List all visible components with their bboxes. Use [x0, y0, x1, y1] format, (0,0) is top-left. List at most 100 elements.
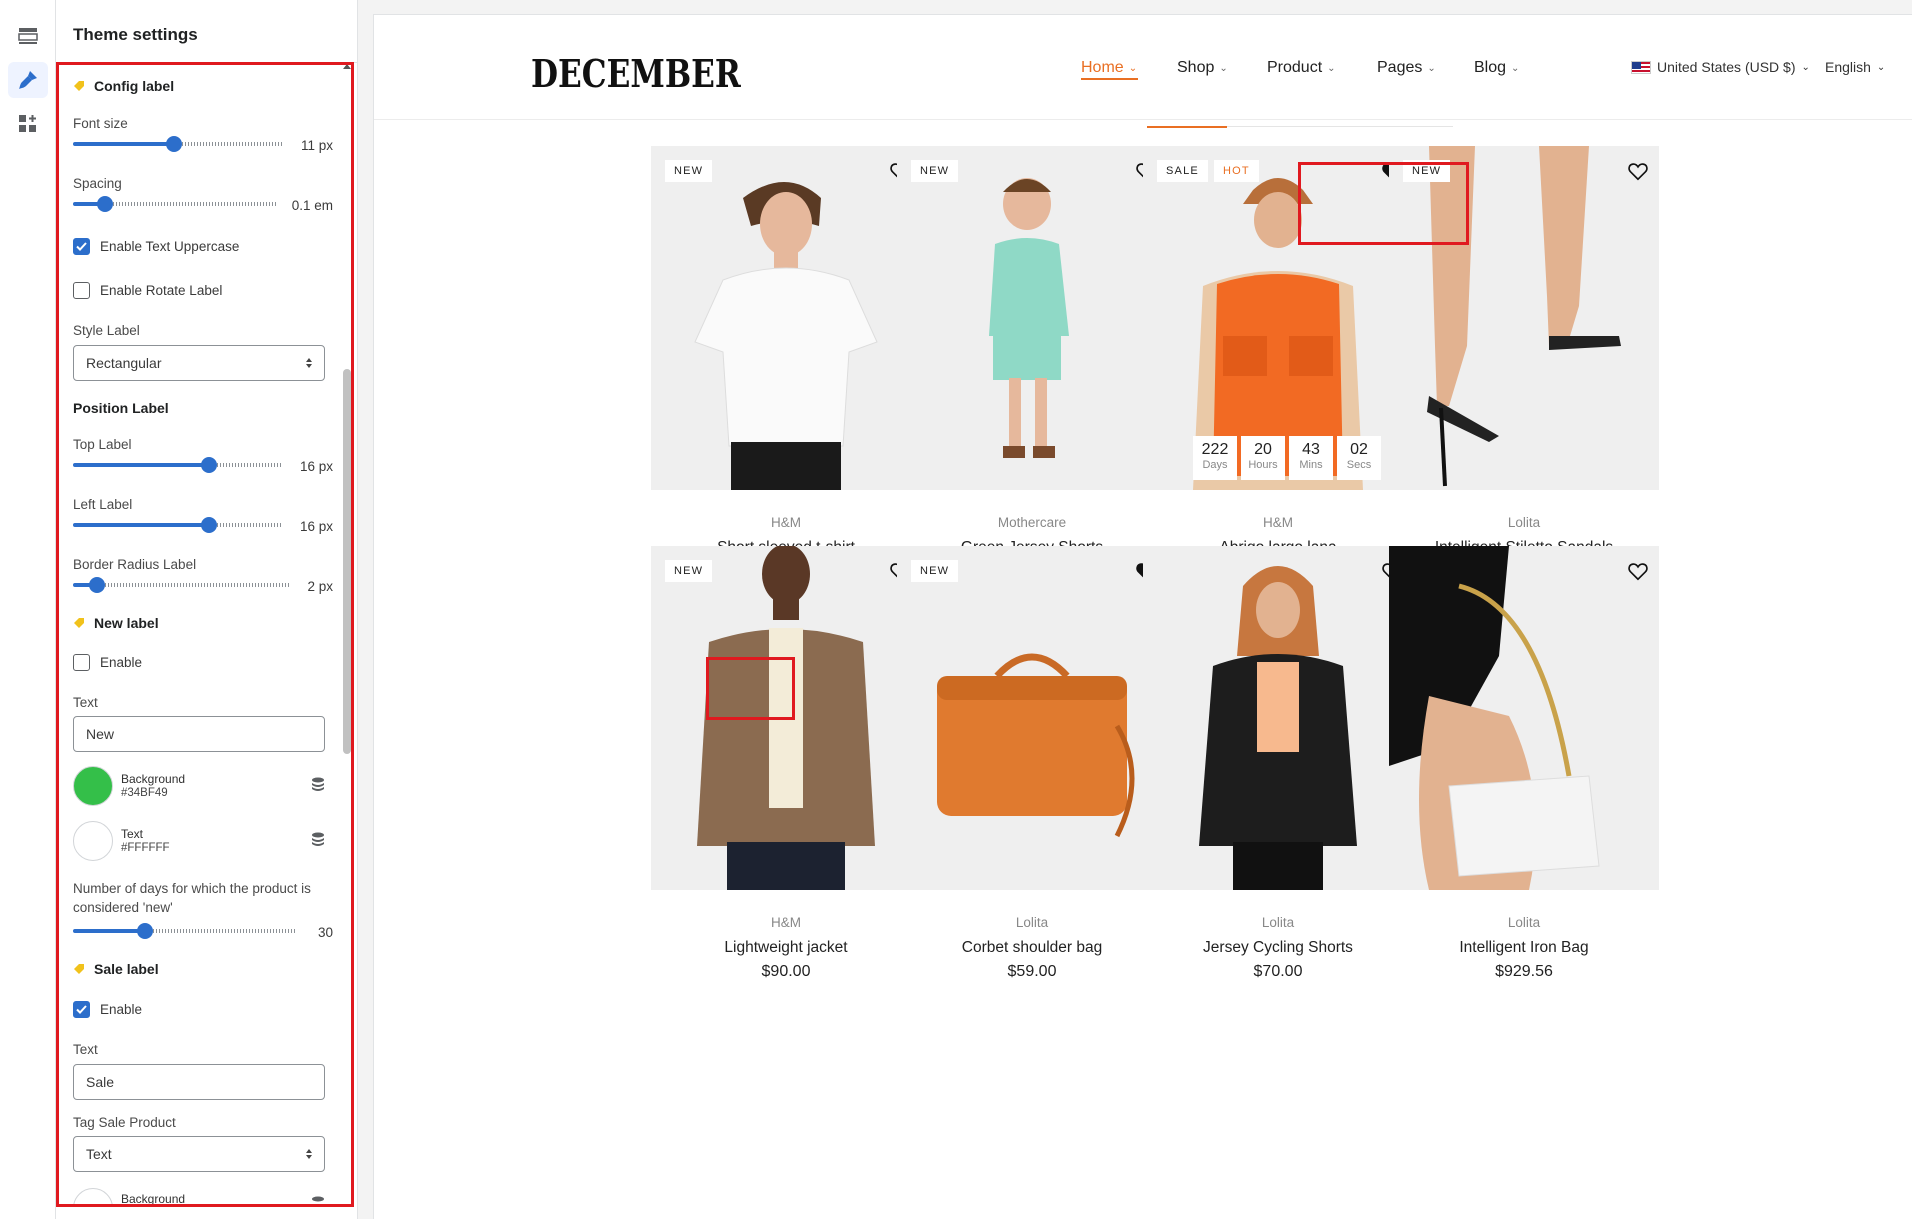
- color-swatch[interactable]: [73, 1188, 113, 1204]
- tag-icon: [74, 81, 84, 91]
- checkbox[interactable]: [73, 1001, 90, 1018]
- panel-scrollbar[interactable]: [342, 64, 352, 1206]
- language-selector[interactable]: English ⌄: [1825, 59, 1885, 75]
- sections-icon[interactable]: [8, 18, 48, 54]
- product-image[interactable]: [1143, 546, 1413, 890]
- checkbox[interactable]: [73, 238, 90, 255]
- wishlist-heart-icon[interactable]: [1627, 560, 1649, 582]
- product-photo: [897, 546, 1167, 890]
- product-image[interactable]: SALE HOT 222 Days 20 Hours 43 Mins 02 Secs: [1143, 146, 1413, 490]
- currency-selector[interactable]: United States (USD $) ⌄: [1631, 59, 1810, 75]
- new-label-heading: New label: [73, 615, 159, 631]
- product-name[interactable]: Intelligent Iron Bag: [1389, 939, 1659, 957]
- color-hex: #FFFFFF: [121, 842, 170, 854]
- new-text-input[interactable]: New: [73, 716, 325, 752]
- checkbox[interactable]: [73, 282, 90, 299]
- top-label-value: 16 px: [299, 459, 333, 474]
- product-brand[interactable]: H&M: [651, 515, 921, 530]
- product-image[interactable]: NEW: [1389, 146, 1659, 490]
- product-brand[interactable]: Lolita: [897, 915, 1167, 930]
- product-price: $70.00: [1143, 963, 1413, 981]
- top-label-label: Top Label: [73, 437, 132, 452]
- us-flag-icon: [1631, 60, 1651, 74]
- top-label-slider[interactable]: [73, 457, 283, 473]
- scroll-up-arrow-icon[interactable]: [343, 64, 351, 69]
- nav-blog[interactable]: Blog ⌄: [1474, 59, 1519, 77]
- font-size-slider[interactable]: [73, 136, 283, 152]
- new-days-slider[interactable]: [73, 923, 296, 939]
- new-days-label: Number of days for which the product is …: [73, 881, 311, 915]
- product-badge: NEW: [911, 560, 959, 582]
- left-label-slider[interactable]: [73, 517, 283, 533]
- theme-editor: Theme settings Config label Font size 11…: [0, 0, 1912, 1219]
- theme-settings-brush-icon[interactable]: [8, 62, 48, 98]
- spacing-label: Spacing: [73, 176, 122, 191]
- product-image[interactable]: NEW: [651, 546, 921, 890]
- product-image[interactable]: NEW: [651, 146, 921, 490]
- store-logo[interactable]: DECEMBER: [531, 51, 741, 96]
- database-icon[interactable]: [311, 777, 325, 793]
- style-label-label: Style Label: [73, 323, 140, 338]
- app-blocks-icon[interactable]: [8, 106, 48, 142]
- product-image[interactable]: NEW: [897, 146, 1167, 490]
- nav-product[interactable]: Product ⌄: [1267, 59, 1336, 77]
- tag-sale-select[interactable]: Text: [73, 1136, 325, 1172]
- style-label-select[interactable]: Rectangular: [73, 345, 325, 381]
- product-badges: NEW: [665, 160, 713, 182]
- product-image[interactable]: [1389, 546, 1659, 890]
- database-icon[interactable]: [311, 832, 325, 848]
- product-price: $929.56: [1389, 963, 1659, 981]
- left-label-value: 16 px: [299, 519, 333, 534]
- countdown-cell: 43 Mins: [1289, 436, 1333, 480]
- new-background-color[interactable]: Background #34BF49: [73, 766, 325, 810]
- product-badge: NEW: [911, 160, 959, 182]
- divider: [56, 62, 358, 63]
- sale-enable-checkbox[interactable]: Enable: [73, 1001, 142, 1018]
- product-brand[interactable]: Lolita: [1143, 915, 1413, 930]
- spacing-slider[interactable]: [73, 196, 276, 212]
- product-brand[interactable]: H&M: [651, 915, 921, 930]
- color-swatch[interactable]: [73, 821, 113, 861]
- product-brand[interactable]: Lolita: [1389, 515, 1659, 530]
- product-badge: NEW: [1403, 160, 1451, 182]
- wishlist-heart-icon[interactable]: [1627, 160, 1649, 182]
- chevron-down-icon: ⌄: [1219, 62, 1228, 74]
- sale-text-label: Text: [73, 1042, 98, 1057]
- new-enable-checkbox[interactable]: Enable: [73, 654, 142, 671]
- product-price: $90.00: [651, 963, 921, 981]
- tag-sale-label: Tag Sale Product: [73, 1115, 176, 1130]
- product-brand[interactable]: Lolita: [1389, 915, 1659, 930]
- price-value: $929.56: [1495, 963, 1553, 980]
- color-name: Text: [121, 827, 144, 841]
- scrollbar-thumb[interactable]: [343, 369, 351, 754]
- product-brand[interactable]: Mothercare: [897, 515, 1167, 530]
- border-radius-slider[interactable]: [73, 577, 291, 593]
- panel-title: Theme settings: [73, 25, 198, 44]
- nav-pages[interactable]: Pages ⌄: [1377, 59, 1436, 77]
- price-value: $70.00: [1253, 963, 1303, 980]
- sale-background-color[interactable]: Background: [73, 1188, 325, 1204]
- product-badge: NEW: [665, 160, 713, 182]
- chevron-down-icon: ⌄: [1511, 62, 1520, 74]
- color-name: Background: [121, 1192, 186, 1204]
- product-name[interactable]: Jersey Cycling Shorts: [1143, 939, 1413, 957]
- nav-shop[interactable]: Shop ⌄: [1177, 59, 1228, 77]
- color-name: Background: [121, 772, 186, 786]
- border-radius-value: 2 px: [307, 579, 333, 594]
- new-text-label: Text: [73, 695, 98, 710]
- product-name[interactable]: Lightweight jacket: [651, 939, 921, 957]
- checkbox[interactable]: [73, 654, 90, 671]
- nav-home[interactable]: Home ⌄: [1081, 59, 1137, 77]
- countdown-cell: 20 Hours: [1241, 436, 1285, 480]
- color-swatch[interactable]: [73, 766, 113, 806]
- product-name[interactable]: Corbet shoulder bag: [897, 939, 1167, 957]
- new-text-color[interactable]: Text #FFFFFF: [73, 821, 325, 865]
- product-brand[interactable]: H&M: [1143, 515, 1413, 530]
- product-badges: SALE HOT: [1157, 160, 1259, 182]
- product-badge: NEW: [665, 560, 713, 582]
- sale-text-input[interactable]: Sale: [73, 1064, 325, 1100]
- database-icon[interactable]: [311, 1196, 325, 1204]
- uppercase-checkbox[interactable]: Enable Text Uppercase: [73, 238, 239, 255]
- product-image[interactable]: NEW: [897, 546, 1167, 890]
- rotate-checkbox[interactable]: Enable Rotate Label: [73, 282, 222, 299]
